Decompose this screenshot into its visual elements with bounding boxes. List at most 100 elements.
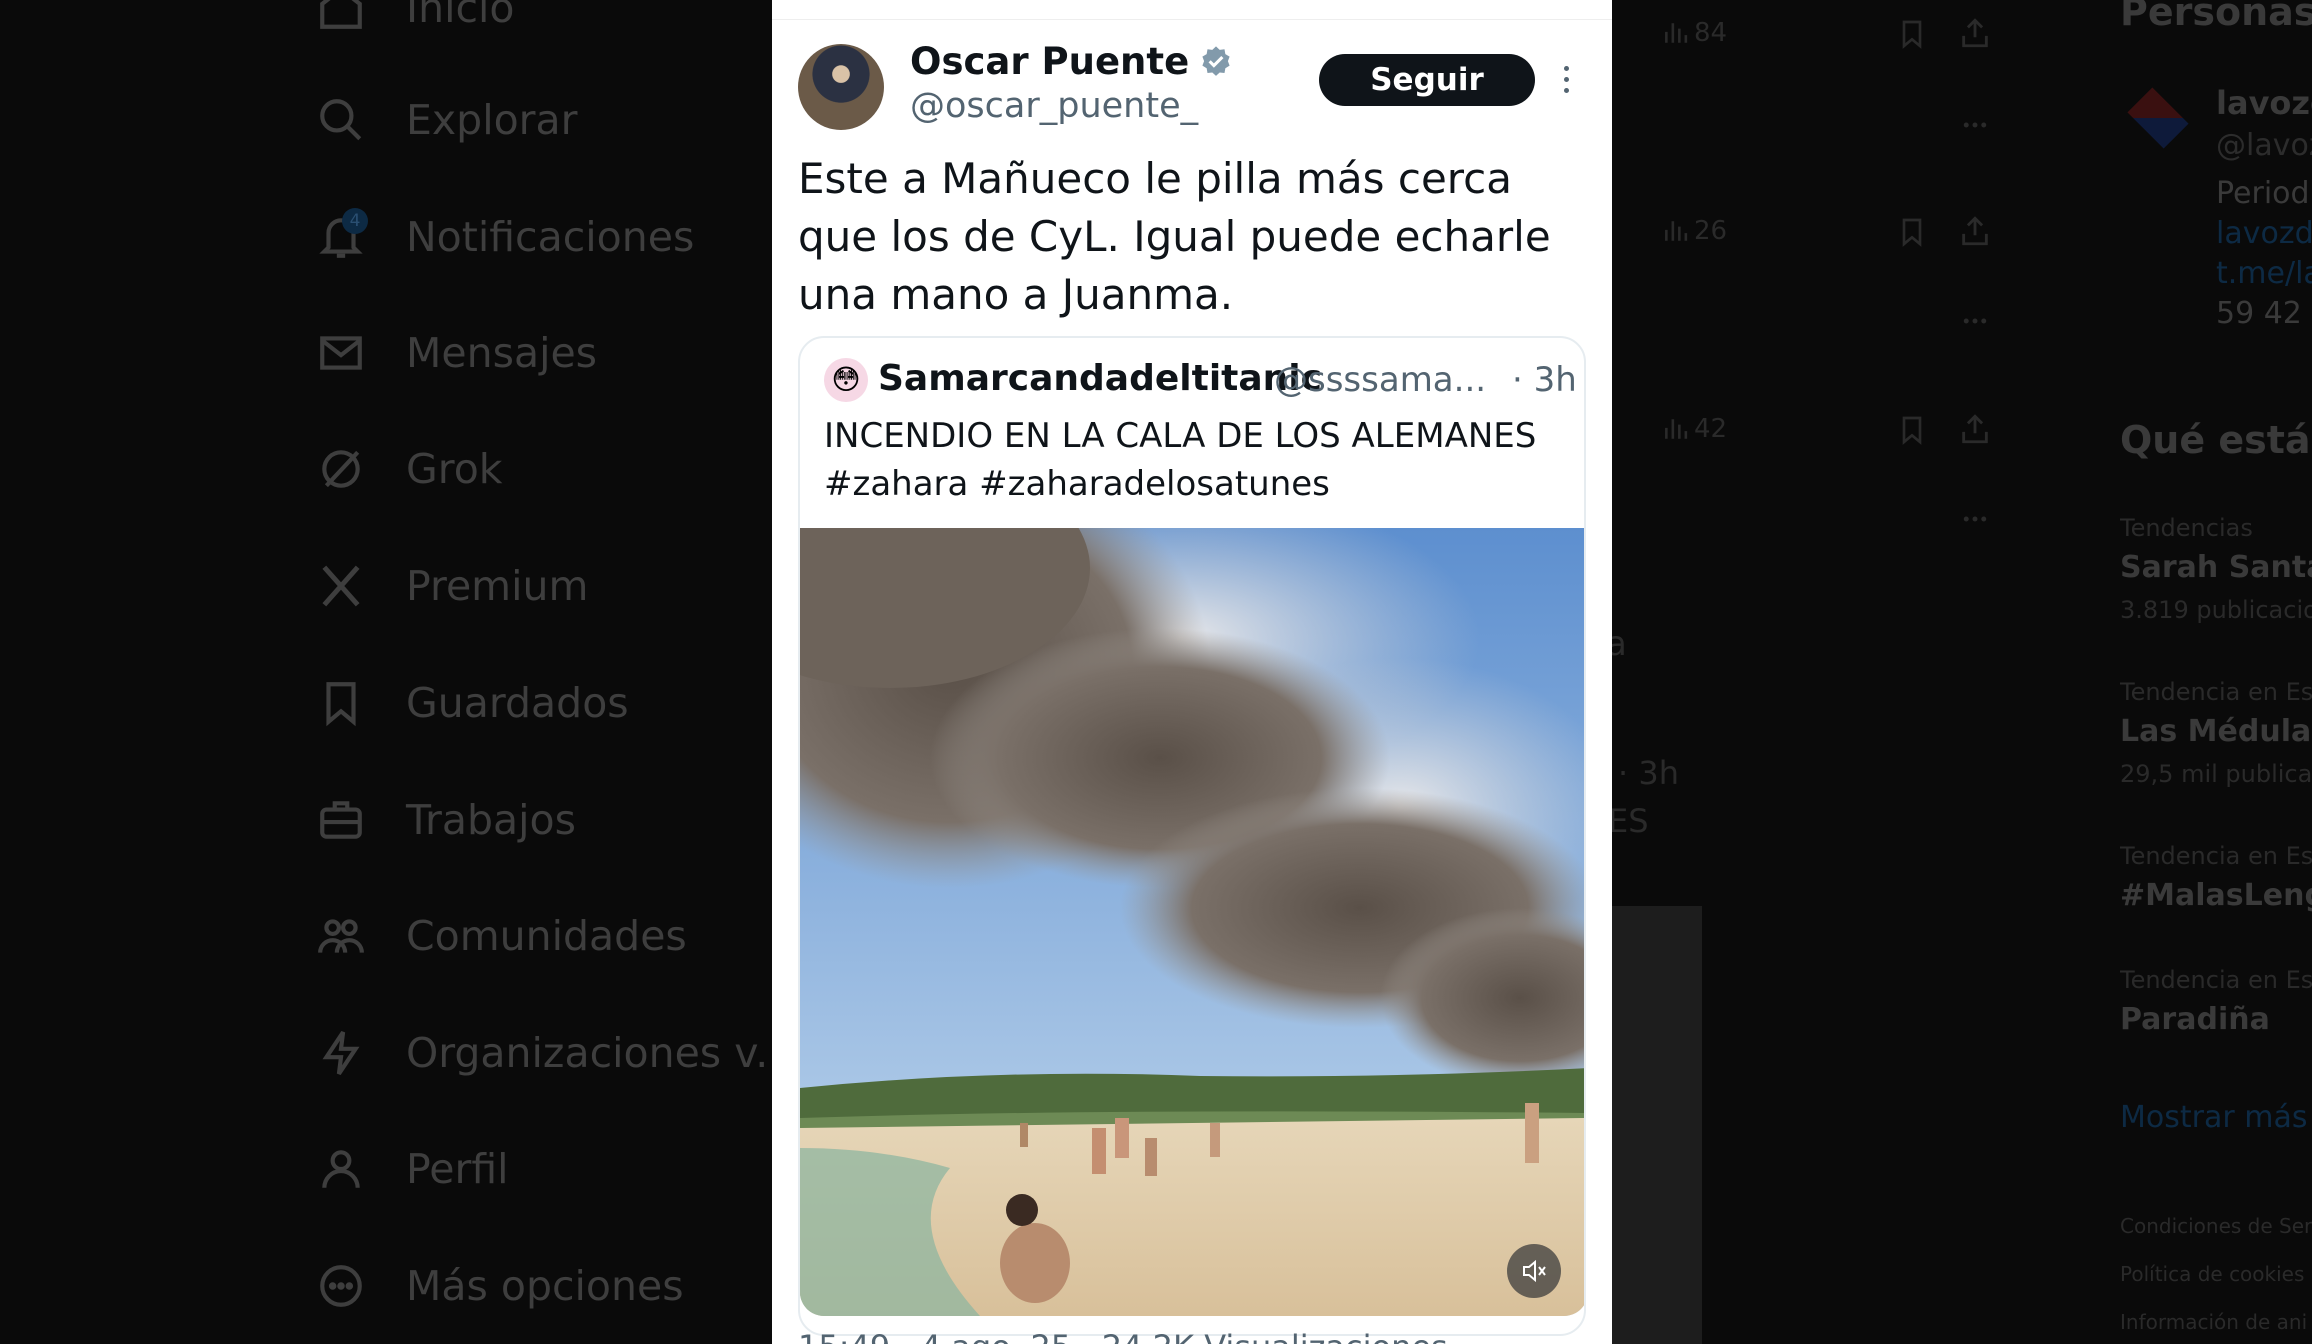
- footer-link[interactable]: Información de ani: [2120, 1310, 2307, 1334]
- verified-badge-icon: [1202, 45, 1230, 76]
- more-icon: [1963, 122, 1987, 128]
- sidebar-item-label: Trabajos: [406, 796, 576, 844]
- feed-media: [1610, 906, 1702, 1344]
- x-logo-icon: [322, 565, 360, 607]
- views-count: 42: [1694, 414, 1728, 444]
- sidebar-item-label: Explorar: [406, 96, 578, 144]
- quoted-post[interactable]: 😳 Samarcandadeltitanic @ssssama... · 3h …: [798, 336, 1586, 1336]
- quote-author-name[interactable]: Samarcandadeltitanic: [878, 358, 1322, 399]
- views-count: 84: [1694, 18, 1728, 48]
- post-text: Este a Mañueco le pilla más cerca que lo…: [798, 154, 1551, 319]
- post-modal: Oscar Puente @oscar_puente_ Seguir Este …: [772, 0, 1612, 1344]
- quote-video[interactable]: [800, 528, 1584, 1316]
- trend-name[interactable]: Las Médulas: [2120, 714, 2312, 749]
- footer-link[interactable]: Política de cookies: [2120, 1262, 2304, 1286]
- sidebar-item-mensajes[interactable]: Mensajes: [316, 323, 597, 383]
- show-more-link[interactable]: Mostrar más: [2120, 1100, 2307, 1135]
- more-options-icon[interactable]: [1560, 66, 1572, 96]
- sidebar-item-explorar[interactable]: Explorar: [316, 90, 578, 150]
- trend-count: 29,5 mil publica: [2120, 760, 2312, 788]
- more-circle-icon: [320, 1265, 362, 1307]
- trend-name[interactable]: Sarah Santao: [2120, 550, 2312, 585]
- views-count: 26: [1694, 216, 1728, 246]
- bookmark-icon: [1902, 416, 1922, 445]
- bookmark-icon: [1902, 20, 1922, 49]
- search-icon: [320, 99, 362, 141]
- modal-top-edge: [772, 0, 1612, 20]
- trend-context: Tendencia en Es: [2120, 678, 2312, 706]
- sidebar-item-guardados[interactable]: Guardados: [316, 673, 629, 733]
- briefcase-icon: [320, 801, 362, 839]
- account-handle: @lavoz: [2216, 128, 2312, 163]
- feed-background: 84 26 42 a · 3h ES: [1606, 0, 1727, 1344]
- author-name-text: Oscar Puente: [910, 40, 1190, 83]
- quote-text: INCENDIO EN LA CALA DE LOS ALEMANES #zah…: [824, 412, 1574, 508]
- trend-name[interactable]: Paradiña: [2120, 1002, 2270, 1037]
- sidebar-item-label: Guardados: [406, 679, 629, 727]
- sidebar-item-notificaciones[interactable]: 4 Notificaciones: [316, 207, 694, 267]
- avatar[interactable]: [798, 44, 884, 130]
- quote-avatar[interactable]: 😳: [824, 358, 868, 402]
- bookmark-icon: [326, 682, 356, 727]
- sidebar-item-label: Notificaciones: [406, 213, 695, 261]
- sidebar-item-label: Perfil: [406, 1145, 509, 1193]
- trend-context: Tendencia en Es: [2120, 842, 2312, 870]
- more-icon: [1963, 516, 1987, 522]
- post-footer-meta: 15:49 · 4 ago. 25 · 24,2K Visualizacione…: [798, 1328, 1448, 1344]
- notification-badge: 4: [342, 208, 368, 234]
- account-stats: 59 42: [2216, 296, 2302, 331]
- trends-title: Qué está p: [2120, 418, 2312, 462]
- views-icon: [1665, 221, 1688, 241]
- home-icon: [320, 0, 362, 29]
- quote-timestamp[interactable]: · 3h: [1512, 360, 1577, 400]
- sidebar-item-mas-opciones[interactable]: Más opciones: [316, 1256, 684, 1316]
- quote-hashtags[interactable]: #zahara #zaharadelosatunes: [824, 460, 1574, 508]
- quote-text-line: INCENDIO EN LA CALA DE LOS ALEMANES: [824, 416, 1537, 456]
- trend-count: 3.819 publicacio: [2120, 596, 2312, 624]
- views-icon: [1665, 23, 1688, 43]
- account-name[interactable]: lavozd: [2216, 84, 2312, 122]
- trend-name[interactable]: #MalasLengu: [2120, 878, 2312, 913]
- sidebar-item-perfil[interactable]: Perfil: [316, 1139, 509, 1199]
- account-link[interactable]: t.me/la: [2216, 256, 2312, 291]
- feed-partial-text: ES: [1608, 802, 1649, 840]
- author-name[interactable]: Oscar Puente: [910, 40, 1233, 83]
- sidebar-item-inicio[interactable]: Inicio: [316, 0, 515, 38]
- sidebar-item-comunidades[interactable]: Comunidades: [316, 906, 687, 966]
- person-icon: [322, 1150, 360, 1188]
- feed-partial-time: · 3h: [1618, 754, 1679, 792]
- trend-context: Tendencias: [2120, 514, 2253, 542]
- more-icon: [1963, 318, 1987, 324]
- account-link[interactable]: lavozd: [2216, 216, 2312, 251]
- author-handle[interactable]: @oscar_puente_: [910, 86, 1198, 126]
- sidebar-item-label: Mensajes: [406, 329, 598, 377]
- sidebar-item-premium[interactable]: Premium: [316, 556, 588, 616]
- sidebar-item-label: Premium: [406, 562, 589, 610]
- account-bio: Periodi: [2216, 176, 2312, 211]
- share-icon: [1962, 414, 1988, 444]
- trend-context: Tendencia en Es: [2120, 966, 2312, 994]
- right-sidebar: Personas lavozd @lavoz Periodi lavozd t.…: [2120, 0, 2312, 1344]
- account-avatar: [2127, 87, 2189, 149]
- mute-button[interactable]: [1507, 1244, 1561, 1298]
- mail-icon: [320, 336, 362, 370]
- section-title: Personas: [2120, 0, 2312, 34]
- sidebar-item-grok[interactable]: Grok: [316, 439, 503, 499]
- follow-button[interactable]: Seguir: [1319, 54, 1535, 106]
- sidebar-item-trabajos[interactable]: Trabajos: [316, 790, 576, 850]
- share-icon: [1962, 216, 1988, 246]
- sidebar-item-label: Comunidades: [406, 912, 687, 960]
- sidebar-item-label: Inicio: [406, 0, 515, 32]
- video-frame-image: [800, 528, 1584, 1316]
- views-icon: [1665, 419, 1688, 439]
- bookmark-icon: [1902, 218, 1922, 247]
- share-icon: [1962, 18, 1988, 48]
- people-icon: [318, 919, 364, 953]
- sidebar-item-label: Más opciones: [406, 1262, 684, 1310]
- quote-author-handle[interactable]: @ssssama...: [1274, 360, 1486, 400]
- grok-icon: [322, 450, 360, 488]
- lightning-icon: [322, 1031, 360, 1075]
- speaker-muted-icon: [1523, 1259, 1546, 1283]
- footer-link[interactable]: Condiciones de Ser: [2120, 1214, 2312, 1238]
- sidebar-item-organizaciones[interactable]: Organizaciones v...: [316, 1023, 794, 1083]
